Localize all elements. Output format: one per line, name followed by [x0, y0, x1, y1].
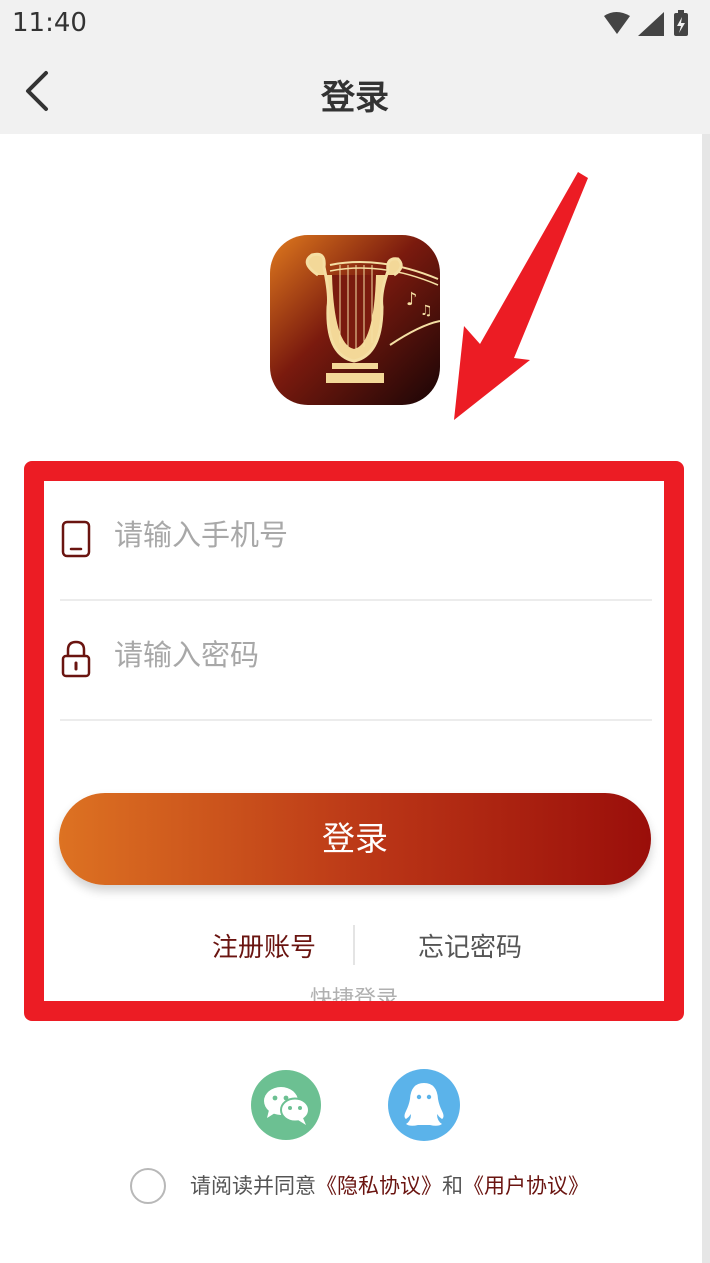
agreement-checkbox[interactable] — [130, 1168, 166, 1204]
agreement-text: 请阅读并同意《隐私协议》和《用户协议》 — [190, 1170, 589, 1200]
annotation-frame: 登录 注册账号 忘记密码 快捷登录 — [24, 461, 684, 1021]
phone-input[interactable] — [114, 505, 634, 565]
agreement-row: 请阅读并同意《隐私协议》和《用户协议》 — [130, 1166, 650, 1206]
svg-text:♪: ♪ — [406, 289, 418, 310]
password-field — [60, 601, 652, 721]
register-link[interactable]: 注册账号 — [184, 927, 344, 964]
battery-charging-icon — [674, 10, 688, 36]
qq-icon — [404, 1083, 444, 1126]
agreement-prefix: 请阅读并同意 — [190, 1174, 316, 1198]
app-logo: ♪ ♫ — [270, 235, 440, 405]
svg-text:♫: ♫ — [420, 303, 433, 319]
wifi-icon — [604, 12, 630, 34]
login-form: 登录 注册账号 忘记密码 快捷登录 — [44, 481, 664, 1001]
nav-bar: 登录 — [0, 48, 710, 134]
wechat-icon — [264, 1087, 310, 1125]
quick-login-label: 快捷登录 — [309, 987, 398, 1001]
page-title: 登录 — [321, 78, 389, 118]
signal-icon — [638, 12, 664, 36]
annotation-arrow — [454, 172, 588, 420]
auth-links: 注册账号 忘记密码 — [44, 921, 664, 969]
forgot-password-link[interactable]: 忘记密码 — [390, 927, 550, 964]
status-bar: 11:40 — [0, 0, 710, 48]
login-button[interactable]: 登录 — [59, 793, 651, 885]
phone-icon — [61, 520, 91, 558]
user-agreement-link[interactable]: 《用户协议》 — [463, 1174, 589, 1198]
agreement-conjunction: 和 — [442, 1174, 463, 1198]
phone-field — [60, 481, 652, 601]
scroll-indicator — [702, 134, 710, 1263]
link-divider — [353, 925, 355, 965]
status-time: 11:40 — [12, 8, 87, 38]
lock-icon — [61, 640, 91, 678]
qq-login-button[interactable] — [388, 1069, 460, 1141]
privacy-agreement-link[interactable]: 《隐私协议》 — [316, 1174, 442, 1198]
status-icons — [604, 10, 688, 36]
password-input[interactable] — [114, 625, 634, 685]
wechat-login-button[interactable] — [251, 1070, 321, 1140]
